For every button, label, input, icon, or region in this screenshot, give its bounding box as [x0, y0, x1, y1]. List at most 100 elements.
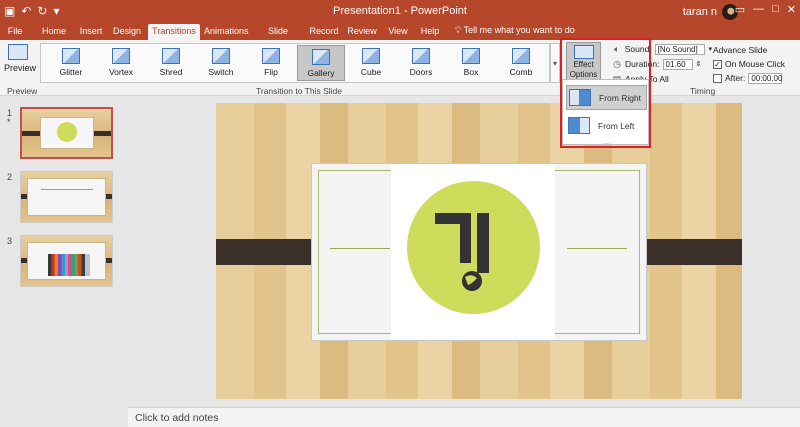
- title-bar: ▣ ↶ ↻ ▾ Presentation1 - PowerPoint taran…: [0, 0, 800, 22]
- effect-options-label-1: Effect: [573, 60, 594, 69]
- menu-item-from-left[interactable]: From Left: [566, 113, 647, 138]
- preview-group-label: Preview: [7, 86, 38, 96]
- transition-box[interactable]: Box: [447, 45, 495, 81]
- tab-help[interactable]: Help: [418, 24, 442, 40]
- transition-label: Doors: [409, 67, 433, 77]
- transition-label: Flip: [264, 67, 278, 77]
- slide-thumbnail-2[interactable]: [20, 171, 113, 223]
- transition-doors[interactable]: Doors: [397, 45, 445, 81]
- user-account[interactable]: taran n: [683, 4, 738, 20]
- advance-slide-controls: Advance Slide ✓ On Mouse Click After: 00…: [713, 43, 797, 85]
- slide-line-right: [567, 248, 627, 249]
- menu-item-label: From Left: [598, 120, 635, 131]
- preview-icon: [8, 44, 28, 60]
- transition-comb[interactable]: Comb: [497, 45, 545, 81]
- tab-animations[interactable]: Animations: [204, 24, 249, 40]
- sound-label: Sound:: [624, 44, 652, 54]
- window-controls: ▭ — □ ✕: [735, 3, 796, 16]
- preview-label: Preview: [4, 63, 37, 73]
- tab-record[interactable]: Record: [308, 24, 340, 40]
- slide-number: 2: [7, 172, 13, 182]
- transition-gallery: Glitter Vortex Shred Switch Flip Gallery…: [40, 43, 550, 83]
- slide-thumbnail-1[interactable]: [20, 107, 113, 159]
- effect-options-label-2: Options: [569, 70, 598, 79]
- ribbon: Preview Glitter Vortex Shred Switch Flip…: [0, 40, 800, 96]
- transition-label: Comb: [509, 67, 533, 77]
- transition-label: Cube: [360, 67, 382, 77]
- transition-flip[interactable]: Flip: [247, 45, 295, 81]
- tell-me-search[interactable]: 💡︎ Tell me what you want to do: [455, 25, 575, 36]
- advance-slide-label: Advance Slide: [713, 45, 768, 55]
- tab-transitions[interactable]: Transitions: [148, 24, 200, 40]
- transition-switch[interactable]: Switch: [197, 45, 245, 81]
- sound-select[interactable]: [No Sound]: [654, 43, 706, 55]
- tab-file[interactable]: File: [4, 24, 26, 40]
- clock-icon: ◷: [613, 58, 621, 69]
- tab-slide-show[interactable]: Slide Show: [256, 24, 300, 50]
- maximize-icon[interactable]: □: [772, 3, 779, 16]
- after-label: After:: [725, 73, 746, 83]
- transition-cube[interactable]: Cube: [347, 45, 395, 81]
- close-icon[interactable]: ✕: [787, 3, 796, 16]
- cube-icon: [362, 48, 380, 64]
- tab-home[interactable]: Home: [38, 24, 70, 40]
- on-mouse-click-label: On Mouse Click: [725, 59, 785, 69]
- slide-number: 3: [7, 236, 13, 246]
- slide-card: [311, 163, 647, 341]
- slide-image: [391, 164, 555, 340]
- effect-options-button[interactable]: Effect Options: [566, 42, 601, 84]
- thumb-logo: [57, 122, 77, 142]
- transition-label: Box: [463, 67, 479, 77]
- tab-insert[interactable]: Insert: [76, 24, 106, 40]
- shred-icon: [162, 48, 180, 64]
- slide-canvas[interactable]: [216, 103, 742, 399]
- transition-label: Glitter: [59, 67, 83, 77]
- slide-thumbnail-panel: 1 * 2 3: [0, 97, 128, 427]
- tab-review[interactable]: Review: [346, 24, 378, 40]
- minimize-icon[interactable]: —: [753, 3, 764, 16]
- effect-options-icon: [573, 45, 594, 59]
- speaker-icon: 🔈︎: [614, 43, 620, 54]
- transition-label: Gallery: [307, 68, 335, 78]
- effect-options-menu: From Right From Left ....: [562, 79, 649, 146]
- transition-gallery-item[interactable]: Gallery: [297, 45, 345, 81]
- thumb-card: [27, 178, 106, 216]
- duration-label: Duration:: [625, 59, 660, 69]
- spinner-icon[interactable]: ⇕: [696, 60, 702, 68]
- chevron-down-icon[interactable]: ▾: [708, 45, 712, 53]
- ribbon-display-icon[interactable]: ▭: [735, 3, 745, 16]
- thumb-line: [41, 189, 93, 190]
- lightbulb-icon: 💡︎: [455, 25, 462, 35]
- box-icon: [462, 48, 480, 64]
- comb-icon: [512, 48, 530, 64]
- gallery-more-button[interactable]: ▾: [550, 43, 560, 83]
- notes-placeholder: Click to add notes: [135, 412, 219, 424]
- window-title: Presentation1 - PowerPoint: [333, 5, 467, 17]
- tab-view[interactable]: View: [386, 24, 410, 40]
- tell-me-text: Tell me what you want to do: [463, 25, 575, 35]
- from-right-icon: [569, 89, 591, 106]
- after-time-input[interactable]: 00:00.00: [748, 72, 782, 84]
- menu-resize-grip[interactable]: ....: [603, 139, 611, 146]
- slide-line-left: [330, 248, 390, 249]
- glitter-icon: [62, 48, 80, 64]
- transition-glitter[interactable]: Glitter: [47, 45, 95, 81]
- notes-pane[interactable]: Click to add notes: [128, 407, 800, 427]
- after-checkbox[interactable]: [713, 73, 722, 83]
- transition-shred[interactable]: Shred: [147, 45, 195, 81]
- vortex-icon: [112, 48, 130, 64]
- tab-design[interactable]: Design: [112, 24, 142, 40]
- thumb-color-image: [48, 254, 90, 276]
- duration-input[interactable]: 01.60: [662, 58, 693, 70]
- transition-group-label: Transition to This Slide: [256, 86, 342, 96]
- logo-glyph-icon: [435, 213, 489, 291]
- slide-thumbnail-3[interactable]: [20, 235, 113, 287]
- transition-label: Vortex: [108, 67, 134, 77]
- on-mouse-click-checkbox[interactable]: ✓: [713, 59, 722, 69]
- transition-vortex[interactable]: Vortex: [97, 45, 145, 81]
- from-left-icon: [568, 117, 590, 134]
- menu-item-from-right[interactable]: From Right: [566, 85, 647, 110]
- preview-button[interactable]: Preview: [4, 44, 37, 84]
- flip-icon: [262, 48, 280, 64]
- user-name: taran n: [682, 6, 717, 18]
